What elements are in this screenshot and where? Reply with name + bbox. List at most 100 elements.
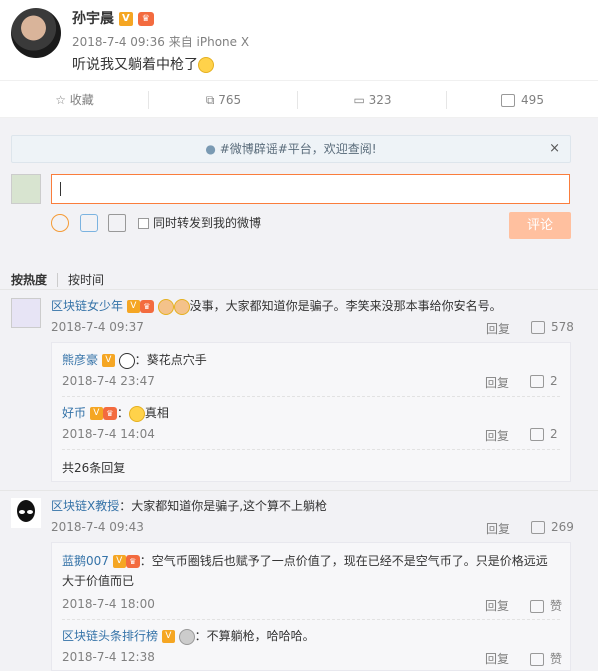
reply-text-cont: 大于价值而已 bbox=[62, 574, 135, 588]
verified-v-icon: V bbox=[112, 555, 126, 568]
gif-icon[interactable] bbox=[80, 214, 98, 232]
divider bbox=[0, 490, 598, 491]
more-replies-link[interactable]: 共26条回复 bbox=[62, 459, 125, 476]
verified-v-icon: V bbox=[89, 407, 103, 420]
reply-time: 2018-7-4 23:47 bbox=[62, 374, 155, 388]
cat-emoji-icon bbox=[157, 298, 174, 315]
post-text: 听说我又躺着中枪了 bbox=[72, 57, 198, 73]
sort-by-hot-tab[interactable]: 按热度 bbox=[11, 273, 47, 287]
favorite-label: 收藏 bbox=[69, 93, 94, 107]
reply-text: ：空气币圈钱后也赋予了一点价值了，现在已经不是空气币了。只是价格远远 bbox=[139, 554, 548, 568]
emoji-icon[interactable] bbox=[51, 214, 69, 232]
thumb-up-icon bbox=[501, 94, 516, 107]
submit-comment-button[interactable]: 评论 bbox=[509, 212, 571, 239]
star-icon: ☆ bbox=[55, 93, 66, 107]
thumb-up-icon bbox=[530, 375, 544, 388]
notice-text[interactable]: #微博辟谣#平台，欢迎查阅! bbox=[220, 142, 377, 156]
reply-text: 真相 bbox=[144, 406, 169, 420]
reply-time: 2018-7-4 14:04 bbox=[62, 427, 155, 441]
action-bar: ☆ 收藏 ⧉ 765 ▭ 323 495 bbox=[0, 80, 598, 118]
like-button[interactable]: 495 bbox=[447, 81, 598, 119]
forward-button[interactable]: ⧉ 765 bbox=[149, 81, 298, 119]
reply-box: 蓝鹅007 V ♛ ：空气币圈钱后也赋予了一点价值了，现在已经不是空气币了。只是价格… bbox=[51, 542, 571, 671]
level-medal-icon bbox=[178, 628, 195, 645]
comment-like-button[interactable]: 269 bbox=[531, 520, 574, 534]
panda-emoji-icon bbox=[118, 352, 135, 369]
reply-button[interactable]: 回复 bbox=[485, 374, 509, 391]
author-avatar[interactable] bbox=[11, 8, 61, 58]
image-icon[interactable] bbox=[108, 214, 126, 232]
post-meta: 2018-7-4 09:36 来自 iPhone X bbox=[72, 33, 249, 50]
reply-username[interactable]: 好币 bbox=[62, 406, 86, 420]
comment-like-button[interactable]: 578 bbox=[531, 320, 574, 334]
verified-v-icon: V bbox=[118, 12, 133, 26]
favorite-button[interactable]: ☆ 收藏 bbox=[0, 81, 149, 119]
thumb-up-icon bbox=[530, 653, 544, 666]
reply-text: ：不算躺枪，哈哈哈。 bbox=[194, 629, 315, 643]
reply-row: 蓝鹅007 V ♛ ：空气币圈钱后也赋予了一点价值了，现在已经不是空气币了。只是价格… bbox=[62, 551, 562, 591]
sort-by-time-tab[interactable]: 按时间 bbox=[57, 273, 105, 287]
info-icon: ● bbox=[205, 142, 216, 156]
forward-checkbox[interactable] bbox=[138, 218, 149, 229]
forward-checkbox-label: 同时转发到我的微博 bbox=[153, 216, 262, 230]
reply-like-button[interactable]: 2 bbox=[530, 374, 558, 388]
reply-like-button[interactable]: 赞 bbox=[530, 597, 562, 614]
reply-button[interactable]: 回复 bbox=[486, 320, 510, 337]
post-text-row: 听说我又躺着中枪了 bbox=[72, 54, 214, 74]
vip-crown-icon: ♛ bbox=[139, 300, 154, 313]
reply-like-button[interactable]: 2 bbox=[530, 427, 558, 441]
comment-username[interactable]: 区块链女少年 bbox=[51, 299, 123, 313]
reply-button[interactable]: 回复 bbox=[485, 650, 509, 667]
thumb-up-icon bbox=[530, 428, 544, 441]
my-avatar bbox=[11, 174, 41, 204]
comment-like-count: 578 bbox=[551, 320, 574, 334]
reply-username[interactable]: 熊彦豪 bbox=[62, 353, 98, 367]
cat-emoji-icon bbox=[173, 298, 190, 315]
forward-count: 765 bbox=[218, 93, 242, 107]
reply-like-count: 2 bbox=[550, 427, 558, 441]
comment-like-count: 269 bbox=[551, 520, 574, 534]
author-row: 孙宇晨 V ♛ bbox=[72, 8, 154, 28]
reply-like-label: 赞 bbox=[550, 599, 563, 613]
comment-input[interactable] bbox=[51, 174, 570, 204]
reply-time: 2018-7-4 18:00 bbox=[62, 597, 155, 611]
comment-username[interactable]: 区块链X教授 bbox=[51, 499, 119, 513]
comment-time: 2018-7-4 09:37 bbox=[51, 320, 144, 334]
comment-text: 没事，大家都知道你是骗子。李笑来没那本事给你安名号。 bbox=[189, 299, 502, 313]
comment-text: ：大家都知道你是骗子,这个算不上躺枪 bbox=[119, 499, 328, 513]
reply-username[interactable]: 区块链头条排行榜 bbox=[62, 629, 158, 643]
comment-icon: ▭ bbox=[353, 93, 365, 107]
comment-row: 区块链X教授：大家都知道你是骗子,这个算不上躺枪 bbox=[51, 497, 327, 514]
alien-icon bbox=[17, 500, 35, 522]
author-name[interactable]: 孙宇晨 bbox=[72, 11, 114, 27]
vip-crown-icon: ♛ bbox=[125, 555, 140, 568]
reply-row: 熊彦豪 V ：葵花点穴手 bbox=[62, 352, 207, 369]
post-time[interactable]: 2018-7-4 09:36 bbox=[72, 35, 165, 49]
rumor-notice-banner: ● #微博辟谣#平台，欢迎查阅! × bbox=[11, 135, 571, 163]
forward-checkbox-row[interactable]: 同时转发到我的微博 bbox=[138, 214, 261, 231]
reply-like-count: 2 bbox=[550, 374, 558, 388]
divider bbox=[0, 289, 598, 290]
like-count: 495 bbox=[521, 93, 544, 107]
reply-button[interactable]: 回复 bbox=[485, 597, 509, 614]
reply-button[interactable]: 回复 bbox=[485, 427, 509, 444]
close-icon[interactable]: × bbox=[549, 136, 560, 162]
laugh-emoji-icon bbox=[128, 405, 145, 422]
sort-tabs: 按热度 按时间 bbox=[11, 271, 105, 288]
comment-button[interactable]: ▭ 323 bbox=[298, 81, 447, 119]
vip-crown-icon: ♛ bbox=[102, 407, 117, 420]
reply-time: 2018-7-4 12:38 bbox=[62, 650, 155, 664]
commenter-avatar[interactable] bbox=[11, 498, 41, 528]
comment-time: 2018-7-4 09:43 bbox=[51, 520, 144, 534]
reply-like-button[interactable]: 赞 bbox=[530, 650, 562, 667]
comment-count: 323 bbox=[368, 93, 392, 107]
post-source: 来自 iPhone X bbox=[168, 35, 250, 49]
thumb-up-icon bbox=[530, 600, 544, 613]
reply-username[interactable]: 蓝鹅007 bbox=[62, 554, 109, 568]
thumb-up-icon bbox=[531, 521, 545, 534]
reply-button[interactable]: 回复 bbox=[486, 520, 510, 537]
vip-crown-icon: ♛ bbox=[137, 12, 154, 26]
reply-box: 熊彦豪 V ：葵花点穴手 2018-7-4 23:47 回复 2 好币 V ♛：真… bbox=[51, 342, 571, 482]
commenter-avatar[interactable] bbox=[11, 298, 41, 328]
verified-v-icon: V bbox=[161, 630, 175, 643]
